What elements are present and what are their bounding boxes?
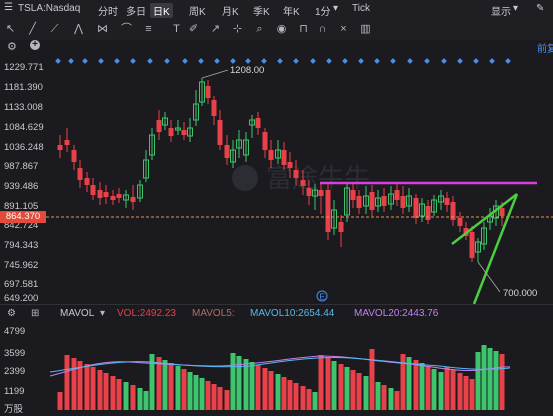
period-5[interactable]: 月K: [222, 3, 239, 18]
low-label: 700.000: [503, 288, 537, 299]
brush-tool-icon[interactable]: ✐: [187, 23, 200, 36]
y-tick: 794.343: [4, 240, 39, 251]
menu-icon[interactable]: ☰: [4, 2, 13, 13]
period-3[interactable]: 日K: [150, 3, 173, 18]
vol-value: VOL:2492.23: [117, 308, 176, 319]
y-tick: 1133.008: [4, 102, 43, 113]
period-6[interactable]: 季K: [253, 3, 270, 18]
pattern-tool-icon[interactable]: ⋈: [96, 23, 109, 36]
add-icon[interactable]: +: [30, 40, 40, 50]
trash-icon[interactable]: ▥: [359, 23, 372, 36]
y-tick: 697.581: [4, 279, 39, 290]
period-2[interactable]: 多日: [126, 3, 146, 18]
period-8[interactable]: 1分: [315, 3, 331, 18]
high-label: 1208.00: [230, 65, 264, 76]
shape-tool-icon[interactable]: ⌒: [120, 23, 133, 36]
line-tool-icon[interactable]: ╱: [26, 23, 39, 36]
y-tick: 1036.248: [4, 142, 44, 153]
mavol10-value: MAVOL10:2654.44: [250, 308, 335, 319]
indicator-name[interactable]: MAVOL: [60, 308, 94, 319]
vol-tick: 3599: [4, 348, 26, 359]
drawing-toolbar: ↖ ╱ ⟋ ⋀ ⋈ ⌒ ≡ T ✐ ↗ ⊹ ⌕ ◉ ⊓ ∩ × ▥: [0, 19, 553, 40]
eye-icon[interactable]: ◉: [275, 23, 288, 36]
vol-unit: 万股: [4, 404, 24, 415]
high-annotation: 1208.00: [201, 65, 264, 79]
chart-options-bar: ⚙ + 前复: [0, 40, 553, 55]
candlestick-chart[interactable]: 富途牛牛 1208.00 700.000 E: [0, 54, 553, 416]
mavol20-line: [49, 356, 511, 373]
mavol5-value: MAVOL5:: [192, 308, 235, 319]
display-menu[interactable]: 显示: [491, 3, 511, 18]
y-tick: 649.200: [4, 293, 39, 304]
y-tick: 939.486: [4, 181, 39, 192]
period-4[interactable]: 周K: [189, 3, 206, 18]
expand-icon[interactable]: ⊞: [31, 308, 39, 319]
y-tick: 1229.771: [4, 62, 44, 73]
y-tick: 1084.629: [4, 122, 44, 133]
volume-indicator-bar: ⚙ ⊞ MAVOL ▾ VOL:2492.23 MAVOL5: MAVOL10:…: [0, 307, 553, 321]
watermark-text: 富途牛牛: [266, 164, 370, 194]
event-marker-label: E: [320, 293, 325, 302]
event-dots: [55, 58, 511, 64]
cursor-icon[interactable]: ↖: [4, 23, 17, 36]
symbol-label[interactable]: TSLA:Nasdaq: [18, 3, 80, 14]
polyline-tool-icon[interactable]: ⋀: [72, 23, 85, 36]
magnet-icon[interactable]: ∩: [316, 23, 329, 36]
ray-tool-icon[interactable]: ⟋: [48, 23, 61, 36]
y-tick: 987.867: [4, 161, 39, 172]
text-tool-icon[interactable]: T: [170, 23, 183, 36]
vol-tick: 4799: [4, 326, 26, 337]
y-tick: 745.962: [4, 260, 39, 271]
dropdown-icon[interactable]: ▾: [333, 3, 338, 14]
event-marker[interactable]: E: [316, 290, 328, 302]
period-7[interactable]: 年K: [283, 3, 300, 18]
settings-icon[interactable]: ⚙: [7, 308, 16, 319]
current-price-label: 864.370: [0, 211, 46, 223]
cross-icon[interactable]: ×: [337, 23, 350, 36]
low-annotation: 700.000: [477, 261, 537, 299]
edit-icon[interactable]: ✎: [536, 3, 544, 14]
top-toolbar: ☰ TSLA:Nasdaq 分时 多日 日K 周K 月K 季K 年K 1分 ▾ …: [0, 0, 553, 20]
lock-icon[interactable]: ⊓: [297, 23, 310, 36]
mavol20-value: MAVOL20:2443.76: [354, 308, 439, 319]
vol-tick: 1199: [4, 386, 25, 397]
settings-icon[interactable]: ⚙: [7, 40, 17, 53]
vol-tick: 2399: [4, 366, 26, 377]
measure-tool-icon[interactable]: ⊹: [231, 23, 244, 36]
period-9[interactable]: Tick: [352, 3, 370, 14]
fib-tool-icon[interactable]: ≡: [142, 23, 155, 36]
chevron-down-icon[interactable]: ▾: [100, 308, 105, 319]
chevron-down-icon[interactable]: ▾: [513, 3, 518, 14]
volume-bars: [57, 345, 505, 410]
zoom-icon[interactable]: ⌕: [253, 23, 266, 36]
arrow-tool-icon[interactable]: ↗: [209, 23, 222, 36]
period-1[interactable]: 分时: [98, 3, 118, 18]
right-label: 前复: [537, 44, 553, 55]
y-tick: 1181.390: [4, 82, 43, 93]
